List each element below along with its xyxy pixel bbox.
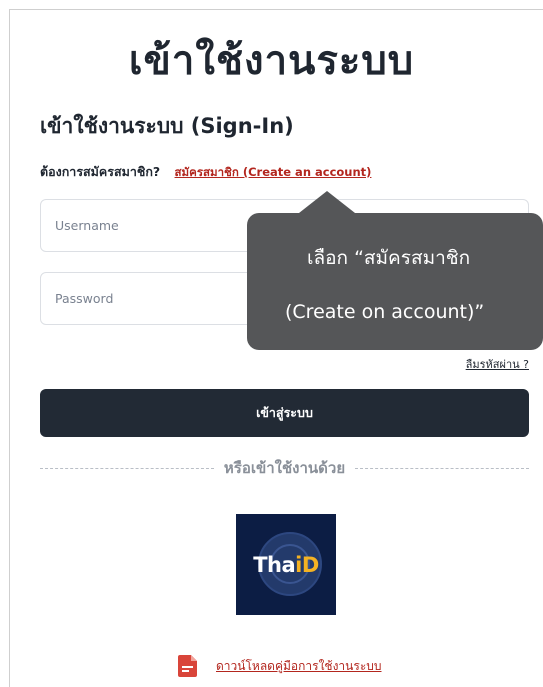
alt-login-label: หรือเข้าใช้งานด้วย <box>223 459 346 477</box>
thaid-logo-text-2: iD <box>295 553 319 577</box>
alt-login-divider: หรือเข้าใช้งานด้วย <box>40 458 529 478</box>
pdf-document-icon <box>178 655 197 677</box>
thaid-logo-text-1: Tha <box>253 553 296 577</box>
thaid-logo: ThaiD <box>236 553 336 577</box>
download-manual-row[interactable]: ดาวน์โหลดคู่มือการใช้งานระบบ <box>178 655 382 677</box>
register-row: ต้องการสมัครสมาชิก? สมัครสมาชิก (Create … <box>40 162 371 182</box>
page-title: เข้าใช้งานระบบ <box>128 38 415 84</box>
thaid-login-button[interactable]: ThaiD <box>236 514 336 615</box>
tooltip-line-2: (Create on account)” <box>285 301 485 323</box>
tooltip-line-1: เลือก “สมัครสมาชิก <box>307 247 471 269</box>
divider-line-left <box>40 467 214 469</box>
create-account-link[interactable]: สมัครสมาชิก (Create an account) <box>175 165 372 179</box>
download-manual-link[interactable]: ดาวน์โหลดคู่มือการใช้งานระบบ <box>216 657 382 676</box>
login-button[interactable]: เข้าสู่ระบบ <box>40 389 529 437</box>
divider-line-right <box>355 467 529 469</box>
forgot-password-link[interactable]: ลืมรหัสผ่าน ? <box>466 355 529 373</box>
sign-in-heading: เข้าใช้งานระบบ (Sign-In) <box>40 114 294 138</box>
instruction-tooltip: เลือก “สมัครสมาชิก (Create on account)” <box>247 191 543 350</box>
register-prompt: ต้องการสมัครสมาชิก? <box>40 164 161 179</box>
